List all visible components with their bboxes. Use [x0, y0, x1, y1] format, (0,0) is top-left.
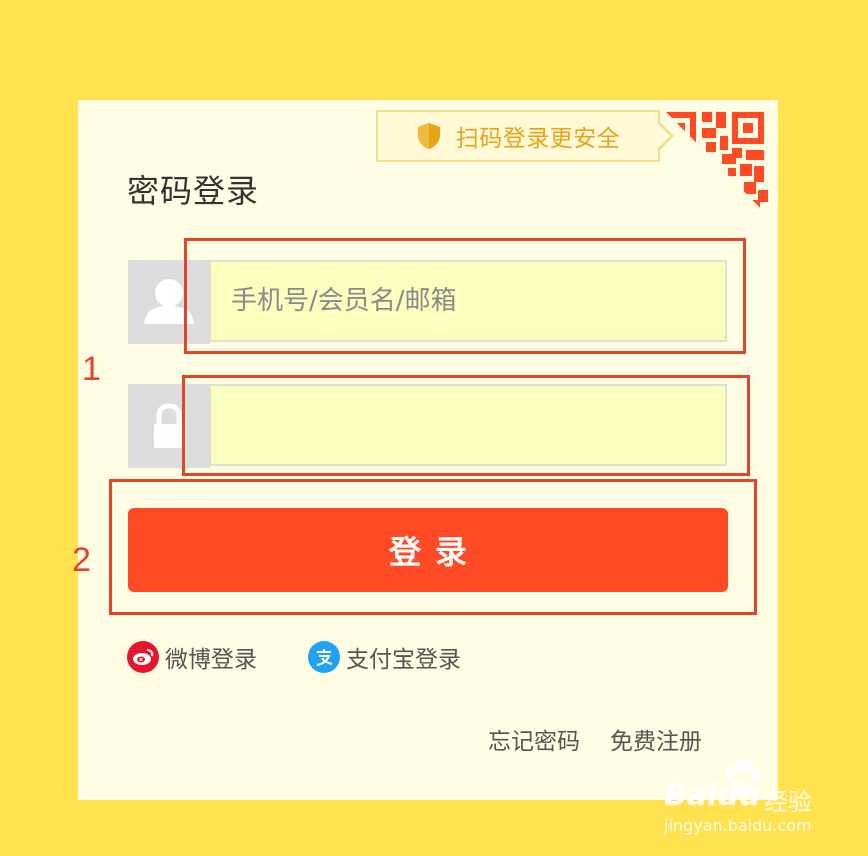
alipay-login-label: 支付宝登录 [346, 647, 461, 673]
annotation-box-password [182, 375, 750, 476]
annotation-number-1: 1 [82, 350, 101, 388]
weibo-login-link[interactable]: 微博登录 [127, 640, 257, 674]
shield-icon [417, 123, 440, 149]
annotation-box-login [109, 479, 757, 615]
weibo-icon [127, 641, 159, 673]
alipay-login-link[interactable]: 支付宝登录 [308, 640, 461, 674]
alipay-icon [308, 641, 340, 673]
weibo-login-label: 微博登录 [165, 647, 257, 673]
qr-tip-text: 扫码登录更安全 [455, 126, 621, 152]
watermark-url: jingyan.baidu.com [664, 816, 812, 835]
annotation-number-2: 2 [72, 541, 91, 579]
baidu-jingyan-watermark: Baidu 经验 jingyan.baidu.com [664, 760, 824, 840]
page-title: 密码登录 [127, 172, 260, 210]
qr-code-switch-icon[interactable] [662, 108, 768, 216]
register-link[interactable]: 免费注册 [610, 722, 702, 756]
watermark-brand-cn: 经验 [764, 788, 812, 816]
forgot-password-link[interactable]: 忘记密码 [488, 722, 580, 756]
annotation-box-username [184, 238, 746, 354]
qr-login-tip[interactable]: 扫码登录更安全 [376, 110, 660, 162]
watermark-brand: Baidu [664, 778, 761, 813]
